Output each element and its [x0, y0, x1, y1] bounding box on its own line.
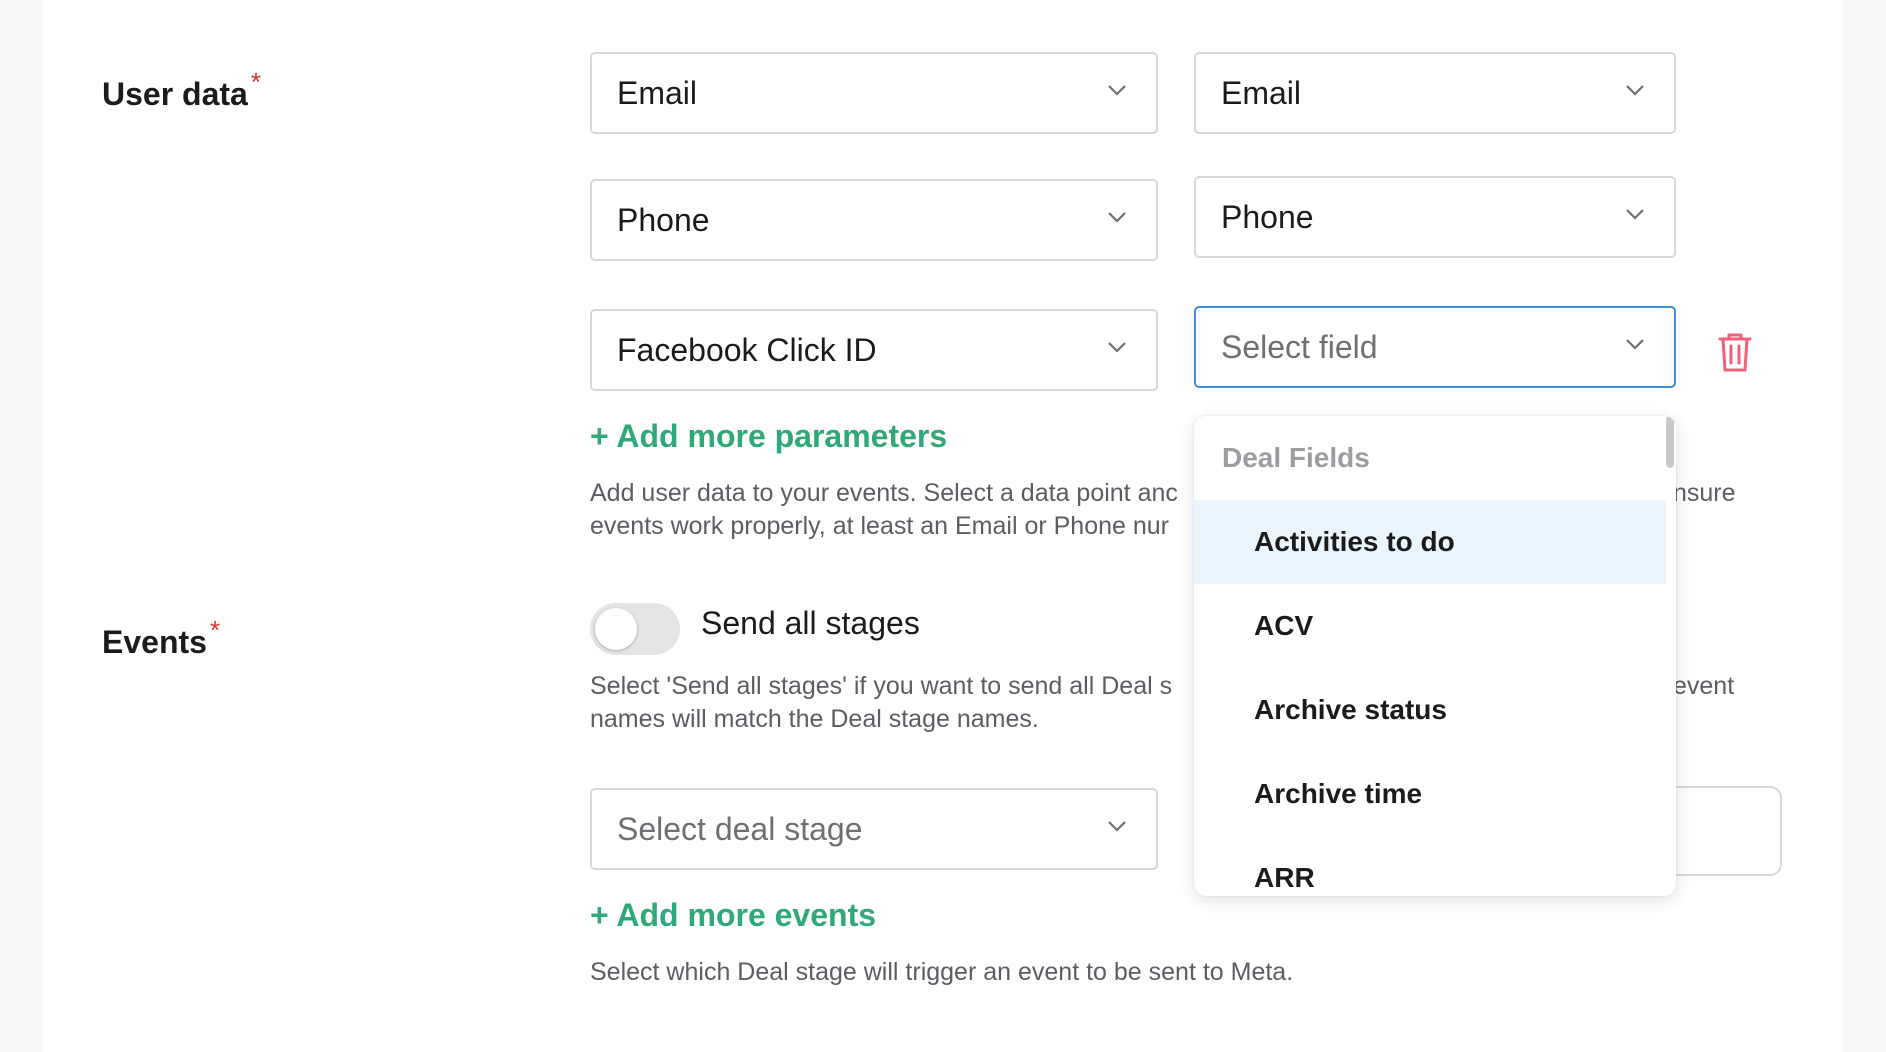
- select-placeholder: Select deal stage: [617, 810, 863, 847]
- field-dropdown-menu[interactable]: Deal Fields Activities to do ACV Archive…: [1194, 416, 1676, 896]
- dropdown-option-arr[interactable]: ARR: [1194, 836, 1666, 896]
- user-data-source-select-2[interactable]: Phone: [590, 179, 1158, 261]
- events-label: Events *: [102, 615, 221, 660]
- required-asterisk: *: [209, 615, 221, 645]
- chevron-down-icon: [1624, 79, 1646, 101]
- user-data-source-select-3[interactable]: Facebook Click ID: [590, 309, 1158, 391]
- select-value: Email: [1221, 74, 1302, 111]
- deal-stage-select[interactable]: Select deal stage: [590, 788, 1158, 870]
- select-value: Phone: [617, 201, 710, 238]
- user-data-label: User data *: [102, 67, 261, 112]
- user-data-help-line-1: Add user data to your events. Select a d…: [590, 479, 1178, 507]
- chevron-down-icon: [1106, 79, 1128, 101]
- chevron-down-icon: [1624, 333, 1646, 355]
- chevron-down-icon: [1106, 815, 1128, 837]
- user-data-help-line-1-tail: nsure: [1673, 479, 1736, 507]
- events-help-line-1-tail: event: [1673, 672, 1735, 700]
- send-all-stages-toggle[interactable]: [590, 603, 680, 655]
- events-help-line-2: names will match the Deal stage names.: [590, 705, 1039, 733]
- required-asterisk: *: [250, 67, 261, 97]
- dropdown-option-acv[interactable]: ACV: [1194, 584, 1666, 668]
- trash-icon[interactable]: [1716, 331, 1754, 373]
- user-data-source-select-1[interactable]: Email: [590, 52, 1158, 134]
- user-data-help-line-2: events work properly, at least an Email …: [590, 512, 1169, 540]
- select-placeholder: Select field: [1221, 328, 1378, 365]
- dropdown-scrollbar[interactable]: [1666, 416, 1674, 468]
- dropdown-option-archive-time[interactable]: Archive time: [1194, 752, 1666, 836]
- select-value: Facebook Click ID: [617, 331, 877, 368]
- dropdown-option-activities-to-do[interactable]: Activities to do: [1194, 500, 1666, 584]
- event-name-input[interactable]: [1660, 786, 1782, 876]
- send-all-stages-label: Send all stages: [701, 605, 920, 641]
- chevron-down-icon: [1106, 206, 1128, 228]
- user-data-target-select-2[interactable]: Phone: [1194, 176, 1676, 258]
- user-data-target-select-1[interactable]: Email: [1194, 52, 1676, 134]
- chevron-down-icon: [1106, 336, 1128, 358]
- dropdown-group-label: Deal Fields: [1222, 442, 1370, 473]
- dropdown-option-archive-status[interactable]: Archive status: [1194, 668, 1666, 752]
- user-data-target-select-3[interactable]: Select field: [1194, 306, 1676, 388]
- events-help-bottom: Select which Deal stage will trigger an …: [590, 958, 1294, 986]
- add-more-parameters-link[interactable]: + Add more parameters: [590, 418, 947, 455]
- chevron-down-icon: [1624, 203, 1646, 225]
- toggle-knob: [595, 608, 637, 650]
- events-help-line-1: Select 'Send all stages' if you want to …: [590, 672, 1173, 700]
- select-value: Email: [617, 74, 698, 111]
- add-more-events-link[interactable]: + Add more events: [590, 897, 876, 934]
- select-value: Phone: [1221, 198, 1314, 235]
